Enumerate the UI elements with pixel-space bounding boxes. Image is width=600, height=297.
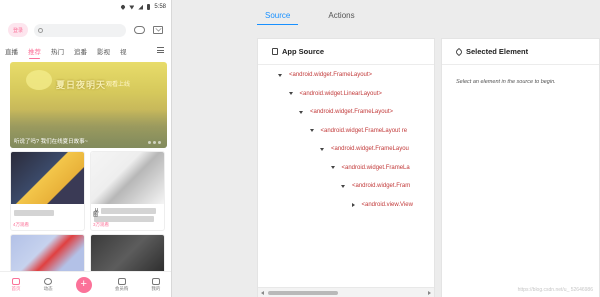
wifi-icon	[129, 5, 135, 10]
nav-label: 会员购	[114, 285, 129, 291]
panel-title: Selected Element	[466, 47, 529, 56]
tree-node-label[interactable]: <android.widget.Fram	[352, 183, 410, 189]
app-source-panel: App Source <android.widget.FrameLayout> <…	[257, 38, 435, 297]
video-card[interactable]	[10, 234, 85, 274]
battery-icon	[147, 4, 151, 10]
game-center-icon[interactable]	[134, 26, 145, 34]
video-card[interactable]	[90, 234, 165, 274]
video-thumbnail	[11, 235, 84, 273]
tree-node-label[interactable]: <android.widget.FrameLayou	[331, 146, 409, 152]
tab-more[interactable]: 视	[115, 46, 132, 56]
tree-node[interactable]: <android.widget.LinearLayout>	[288, 91, 382, 97]
tree-node-label[interactable]: <android.view.View	[362, 202, 413, 208]
banner-pager	[148, 141, 161, 144]
source-tree: <android.widget.FrameLayout> <android.wid…	[258, 65, 434, 280]
search-row: 登录	[8, 22, 168, 38]
tree-node-label[interactable]: <android.widget.FrameLayout re	[321, 128, 408, 134]
watermark: https://blog.csdn.net/u_ 52646986	[517, 287, 593, 293]
card-footer-left: 4万观看	[10, 151, 85, 229]
login-button[interactable]: 登录	[8, 23, 28, 37]
tree-node[interactable]: <android.widget.FrameLayou	[320, 146, 409, 152]
profile-icon	[151, 277, 160, 285]
panel-header: Selected Element	[442, 39, 599, 65]
selected-element-panel: Selected Element Select an element in th…	[441, 38, 600, 297]
tree-node-label[interactable]: <android.widget.FrameLayout>	[289, 72, 372, 78]
tab-source[interactable]: Source	[257, 8, 299, 25]
tree-node[interactable]: <android.widget.FrameLayout re	[309, 128, 408, 134]
nav-profile[interactable]: 我的	[151, 277, 161, 292]
search-icon	[38, 27, 43, 33]
search-input[interactable]	[34, 23, 126, 37]
expand-down-icon[interactable]	[288, 92, 293, 95]
nav-label: 首页	[11, 285, 21, 291]
home-icon	[12, 277, 21, 285]
video-title: 图	[93, 212, 99, 218]
expand-down-icon[interactable]	[309, 129, 314, 132]
horizontal-scrollbar[interactable]	[258, 287, 434, 297]
expand-down-icon[interactable]	[341, 184, 345, 188]
scroll-right-icon[interactable]	[428, 291, 431, 295]
dynamic-icon	[44, 277, 53, 285]
tab-anime[interactable]: 追番	[69, 46, 92, 56]
status-bar: 5:58	[0, 0, 171, 14]
video-views: 4万观看	[13, 222, 30, 227]
tree-node[interactable]: <android.widget.FrameLa	[330, 165, 410, 171]
tree-node[interactable]: <android.widget.FrameLayout>	[299, 109, 393, 115]
inspector-tabs: Source Actions	[257, 8, 363, 25]
tree-node-label[interactable]: <android.widget.LinearLayout>	[300, 91, 382, 97]
channel-tabs: 直播 推荐 热门 追番 影视 视	[0, 44, 171, 59]
card-footer-right: 图 3万观看	[90, 151, 165, 229]
signal-icon	[138, 4, 144, 10]
menu-icon[interactable]	[157, 47, 164, 53]
nav-dynamic[interactable]: 动态	[43, 277, 53, 292]
panel-header: App Source	[258, 39, 434, 65]
scroll-left-icon[interactable]	[261, 291, 264, 295]
video-views: 3万观看	[93, 222, 110, 227]
video-thumbnail	[91, 235, 164, 273]
nav-shop[interactable]: 会员购	[114, 277, 129, 292]
tree-node[interactable]: <android.view.View	[351, 202, 413, 208]
banner-subtitle: 观看上线	[106, 82, 131, 88]
expand-down-icon[interactable]	[278, 73, 282, 77]
tree-node[interactable]: <android.widget.FrameLayout>	[278, 72, 372, 78]
upload-button[interactable]: +	[75, 276, 92, 293]
device-screen: 5:58 登录 直播 推荐 热门 追番 影视 视 夏日夜明天 观看上线 听说了吗…	[0, 0, 172, 297]
tree-node-label[interactable]: <android.widget.FrameLa	[342, 165, 410, 171]
file-icon	[272, 48, 278, 55]
tree-node[interactable]: <android.widget.Fram	[341, 183, 410, 189]
tag-icon	[454, 47, 464, 56]
banner-caption: 听说了吗? 我们在线夏日故事~	[14, 139, 88, 145]
expand-down-icon[interactable]	[330, 166, 335, 169]
nav-label: 我的	[151, 285, 161, 291]
nav-label: 动态	[43, 285, 53, 291]
banner-sun-graphic	[26, 70, 52, 90]
shop-icon	[117, 277, 126, 285]
inspector-pane: Source Actions App Source <android.widge…	[243, 0, 600, 297]
banner-title: 夏日夜明天	[56, 80, 107, 90]
location-icon	[120, 4, 127, 10]
panel-title: App Source	[282, 47, 325, 56]
expand-down-icon[interactable]	[320, 147, 324, 151]
nav-home[interactable]: 首页	[11, 277, 21, 292]
tree-node-label[interactable]: <android.widget.FrameLayout>	[310, 109, 393, 115]
select-hint: Select an element in the source to begin…	[456, 79, 556, 85]
tab-movies[interactable]: 影视	[92, 46, 115, 56]
message-icon[interactable]	[153, 26, 163, 34]
promo-banner[interactable]: 夏日夜明天 观看上线 听说了吗? 我们在线夏日故事~	[10, 62, 167, 148]
tab-recommend[interactable]: 推荐	[23, 46, 46, 59]
scroll-thumb[interactable]	[268, 291, 338, 295]
expand-down-icon[interactable]	[299, 110, 303, 114]
status-time: 5:58	[154, 4, 166, 10]
tab-actions[interactable]: Actions	[320, 8, 362, 25]
tab-hot[interactable]: 热门	[46, 46, 69, 56]
bottom-nav: 首页 动态 + 会员购 我的	[0, 271, 171, 297]
tab-live[interactable]: 直播	[0, 46, 23, 56]
expand-right-icon[interactable]	[351, 202, 355, 207]
